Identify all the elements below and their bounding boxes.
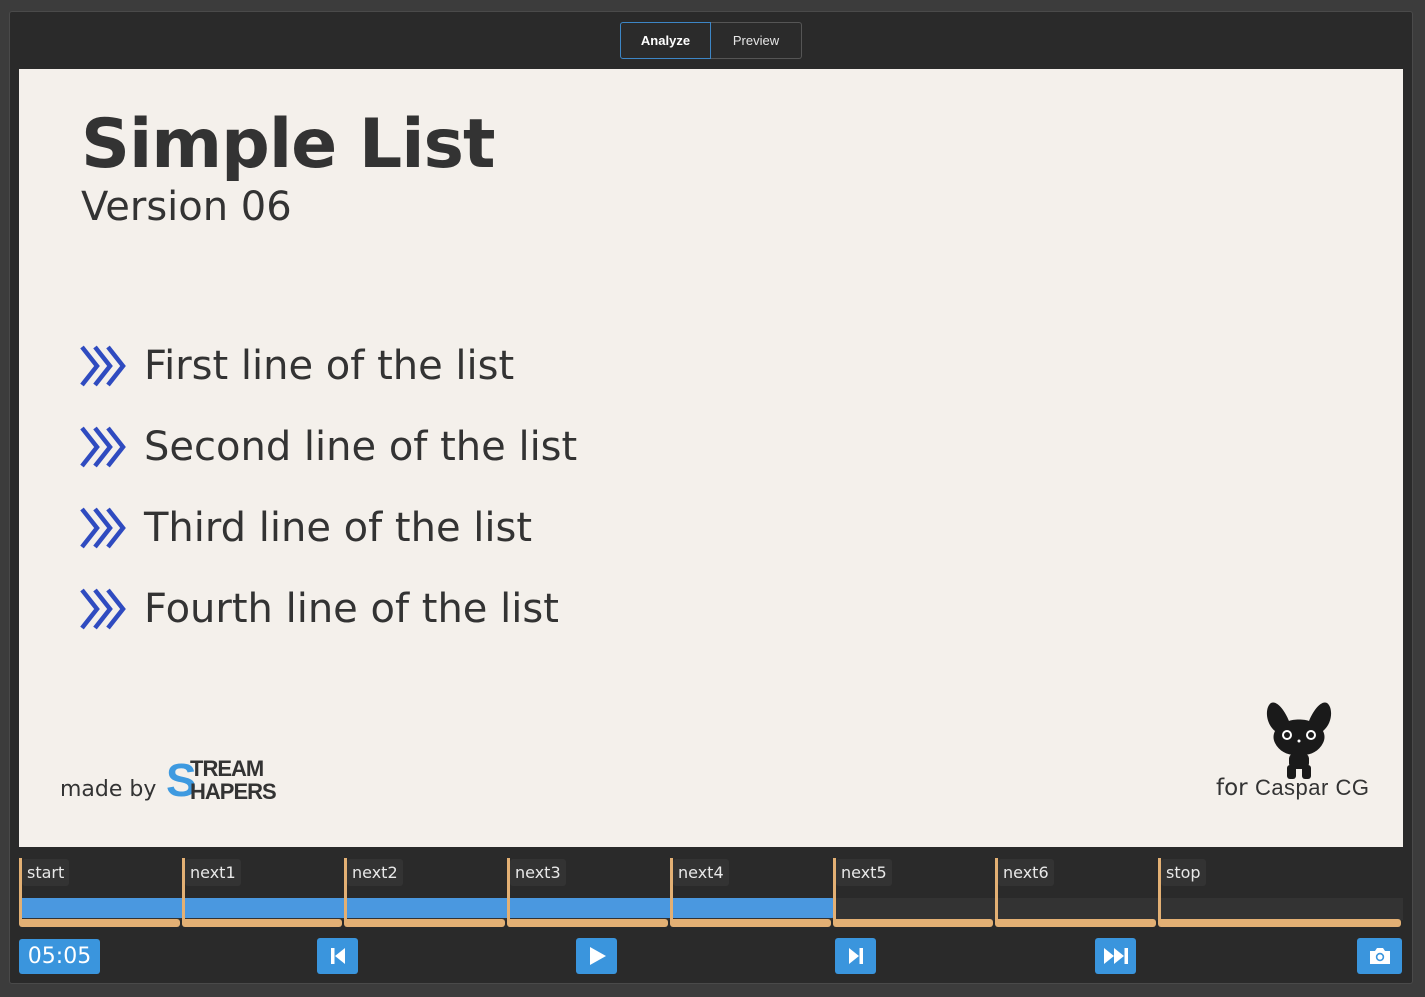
timeline-marker-label[interactable]: next3 xyxy=(510,859,566,886)
play-button[interactable] xyxy=(576,938,617,974)
list-item-text: Fourth line of the list xyxy=(144,586,559,632)
snapshot-button[interactable] xyxy=(1357,938,1402,974)
tab-analyze[interactable]: Analyze xyxy=(620,22,711,59)
for-caspar-label: for Caspar CG xyxy=(1216,775,1369,801)
timeline-marker-label[interactable]: next5 xyxy=(836,859,892,886)
list-item: First line of the list xyxy=(79,341,514,391)
svg-text:HAPERS: HAPERS xyxy=(190,779,276,804)
caspar-cg-label: Caspar CG xyxy=(1254,775,1370,800)
list-item-text: Third line of the list xyxy=(144,505,533,551)
timeline-marker-label[interactable]: next4 xyxy=(673,859,729,886)
list-item: Third line of the list xyxy=(79,503,532,553)
timeline-segment xyxy=(995,919,1156,927)
list-item: Second line of the list xyxy=(79,422,577,472)
list-item: Fourth line of the list xyxy=(79,584,559,634)
skip-back-button[interactable] xyxy=(317,938,358,974)
template-preview: Simple List Version 06 First line of the… xyxy=(19,69,1403,847)
timeline-segment xyxy=(344,919,505,927)
timeline-segment xyxy=(507,919,668,927)
streamshapers-logo: S TREAM HAPERS xyxy=(166,754,277,804)
svg-text:TREAM: TREAM xyxy=(190,756,263,781)
fast-forward-button[interactable] xyxy=(1095,938,1136,974)
chevron-bullet-icon xyxy=(80,507,126,549)
for-label: for xyxy=(1216,775,1248,801)
timeline[interactable]: start next1 next2 next3 next4 next5 next6 stop xyxy=(19,858,1403,930)
timeline-segment xyxy=(1158,919,1401,927)
timeline-progress xyxy=(22,898,835,918)
timeline-marker-label[interactable]: next6 xyxy=(998,859,1054,886)
time-display: 05:05 xyxy=(19,939,100,974)
timeline-segment xyxy=(19,919,180,927)
caspar-mascot-icon xyxy=(1266,702,1332,779)
slide-title: Simple List xyxy=(81,105,496,184)
step-next-icon xyxy=(848,948,863,964)
tab-preview[interactable]: Preview xyxy=(711,22,802,59)
camera-icon xyxy=(1369,948,1390,964)
slide-subtitle: Version 06 xyxy=(81,184,292,230)
next-step-button[interactable] xyxy=(835,938,876,974)
timeline-segment xyxy=(182,919,342,927)
skip-back-icon xyxy=(330,948,345,964)
chevron-bullet-icon xyxy=(80,426,126,468)
chevron-bullet-icon xyxy=(80,345,126,387)
timeline-segment xyxy=(833,919,993,927)
fast-forward-icon xyxy=(1103,948,1128,964)
play-icon xyxy=(589,947,606,965)
list-item-text: Second line of the list xyxy=(144,424,578,470)
timeline-marker-label[interactable]: start xyxy=(22,859,70,886)
timeline-marker-label[interactable]: stop xyxy=(1161,859,1206,886)
view-tabs: Analyze Preview xyxy=(620,22,802,59)
timeline-segment xyxy=(670,919,831,927)
list-item-text: First line of the list xyxy=(144,343,515,389)
made-by-label: made by xyxy=(60,777,157,802)
playback-controls: 05:05 xyxy=(19,938,1403,975)
chevron-bullet-icon xyxy=(80,588,126,630)
timeline-marker-label[interactable]: next1 xyxy=(185,859,241,886)
timeline-marker-label[interactable]: next2 xyxy=(347,859,403,886)
